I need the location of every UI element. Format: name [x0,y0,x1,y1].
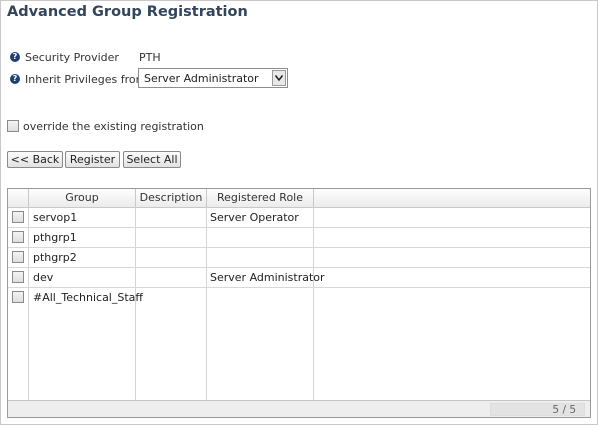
pager-status: 5 / 5 [490,403,585,416]
group-name: pthgrp2 [33,251,77,264]
group-name: servop1 [33,211,78,224]
table-row[interactable]: #All_Technical_Staff [8,288,590,308]
column-header-registered-role[interactable]: Registered Role [207,189,314,207]
table-row[interactable]: pthgrp1 [8,228,590,248]
registration-panel: Advanced Group Registration ? Security P… [0,0,598,425]
security-provider-label: Security Provider [25,51,119,64]
override-checkbox[interactable] [7,120,19,132]
row-checkbox[interactable] [12,251,24,263]
select-all-button[interactable]: Select All [123,151,181,168]
group-name: #All_Technical_Staff [33,291,143,304]
inherit-privileges-value: Server Administrator [144,72,259,85]
column-header-group[interactable]: Group [29,189,136,207]
table-header: Group Description Registered Role [8,189,590,208]
override-label: override the existing registration [23,120,204,133]
inherit-privileges-label: Inherit Privileges from [25,73,147,86]
chevron-down-icon[interactable] [272,70,286,86]
row-checkbox[interactable] [12,271,24,283]
table-row[interactable]: servop1 Server Operator [8,208,590,228]
register-button[interactable]: Register [65,151,120,168]
groups-table: Group Description Registered Role servop… [7,188,591,418]
registered-role: Server Administrator [210,271,325,284]
table-row[interactable]: pthgrp2 [8,248,590,268]
group-name: pthgrp1 [33,231,77,244]
column-header-description[interactable]: Description [136,189,207,207]
help-icon[interactable]: ? [10,74,20,84]
group-name: dev [33,271,54,284]
registered-role: Server Operator [210,211,299,224]
help-icon[interactable]: ? [10,52,20,62]
column-header-select[interactable] [8,189,29,207]
table-row[interactable]: dev Server Administrator [8,268,590,288]
row-checkbox[interactable] [12,231,24,243]
inherit-privileges-select[interactable]: Server Administrator [138,68,288,88]
security-provider-value: PTH [139,51,161,64]
table-footer: 5 / 5 [8,400,590,417]
row-checkbox[interactable] [12,211,24,223]
row-checkbox[interactable] [12,291,24,303]
back-button[interactable]: << Back [7,151,63,168]
page-title: Advanced Group Registration [7,4,248,20]
